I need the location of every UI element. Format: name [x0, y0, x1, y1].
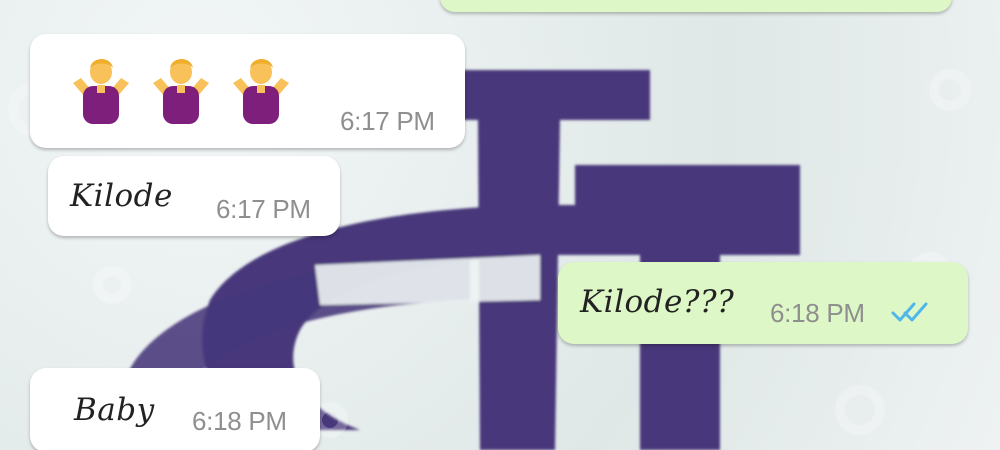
incoming-text-message[interactable]: Baby 6:18 PM — [30, 368, 320, 450]
chat-background: 6:17 PM Kilode 6:17 PM Kilode??? 6:18 PM… — [0, 0, 1000, 450]
incoming-emoji-message[interactable]: 6:17 PM — [30, 34, 465, 148]
outgoing-text-message[interactable]: Kilode??? 6:18 PM — [558, 262, 968, 344]
message-text: Kilode??? — [580, 284, 735, 320]
man-shrugging-icon — [153, 59, 209, 124]
emoji-group — [68, 52, 294, 128]
double-check-icon — [891, 302, 928, 322]
message-time: 6:18 PM — [770, 298, 865, 328]
man-shrugging-icon — [233, 59, 289, 124]
message-time: 6:17 PM — [340, 106, 435, 136]
message-time: 6:18 PM — [192, 406, 287, 436]
incoming-text-message[interactable]: Kilode 6:17 PM — [48, 156, 340, 236]
message-time: 6:17 PM — [216, 194, 311, 224]
message-text: Kilode — [70, 178, 173, 214]
outgoing-message-bubble-cropped[interactable] — [440, 0, 952, 12]
message-text: Baby — [74, 392, 155, 428]
man-shrugging-icon — [73, 59, 129, 124]
